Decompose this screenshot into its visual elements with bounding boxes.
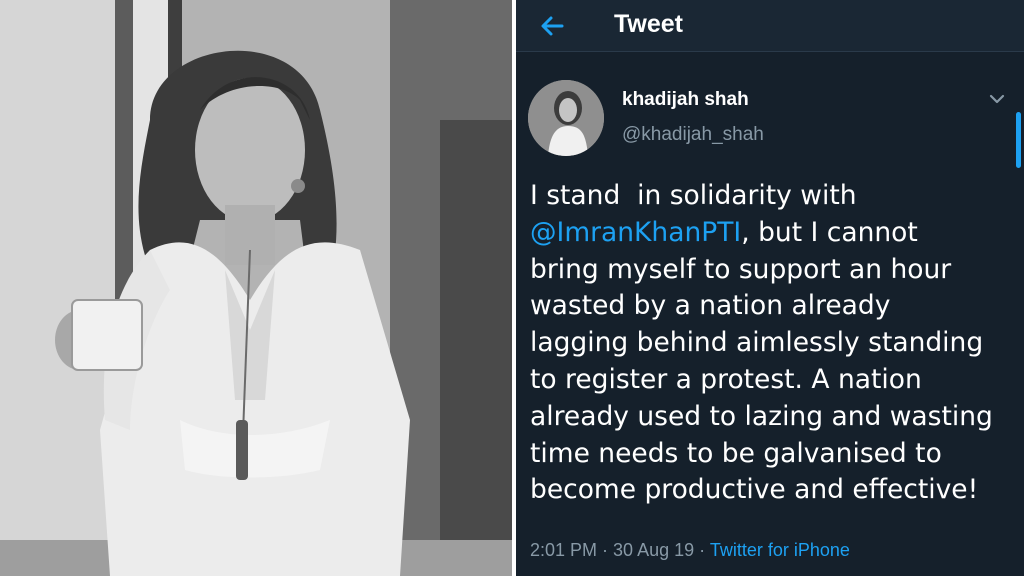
user-handle[interactable]: @khadijah_shah — [622, 124, 764, 146]
portrait-photo — [0, 0, 512, 576]
tweet-date: 30 Aug 19 — [613, 540, 695, 560]
tweet-body: bring myself to support an hour wasted b… — [530, 253, 993, 506]
tweet-source-link[interactable]: Twitter for iPhone — [710, 540, 850, 560]
meta-separator: · — [597, 540, 614, 560]
tweet-time: 2:01 PM — [530, 540, 598, 560]
avatar-image — [528, 80, 604, 156]
chevron-down-icon[interactable] — [988, 92, 1006, 106]
tweet-after-mention: , but I cannot — [741, 216, 918, 248]
display-name[interactable]: khadijah shah — [622, 89, 749, 111]
mention-link[interactable]: @ImranKhanPTI — [530, 217, 741, 248]
scrollbar[interactable] — [1016, 112, 1021, 168]
portrait-illustration — [0, 0, 512, 576]
tweet-meta: 2:01 PM · 30 Aug 19 · Twitter for iPhone — [530, 540, 850, 561]
tweet-line-1: I stand in solidarity with — [530, 180, 857, 211]
tweet-text: I stand in solidarity with @ImranKhanPTI… — [530, 178, 1014, 509]
tweet-panel: Tweet khadijah shah @khadijah_shah I sta… — [516, 0, 1024, 576]
avatar[interactable] — [528, 80, 604, 156]
meta-separator: · — [694, 540, 710, 560]
page-title: Tweet — [614, 10, 683, 38]
top-bar: Tweet — [516, 0, 1024, 52]
arrow-left-icon[interactable] — [538, 12, 566, 40]
